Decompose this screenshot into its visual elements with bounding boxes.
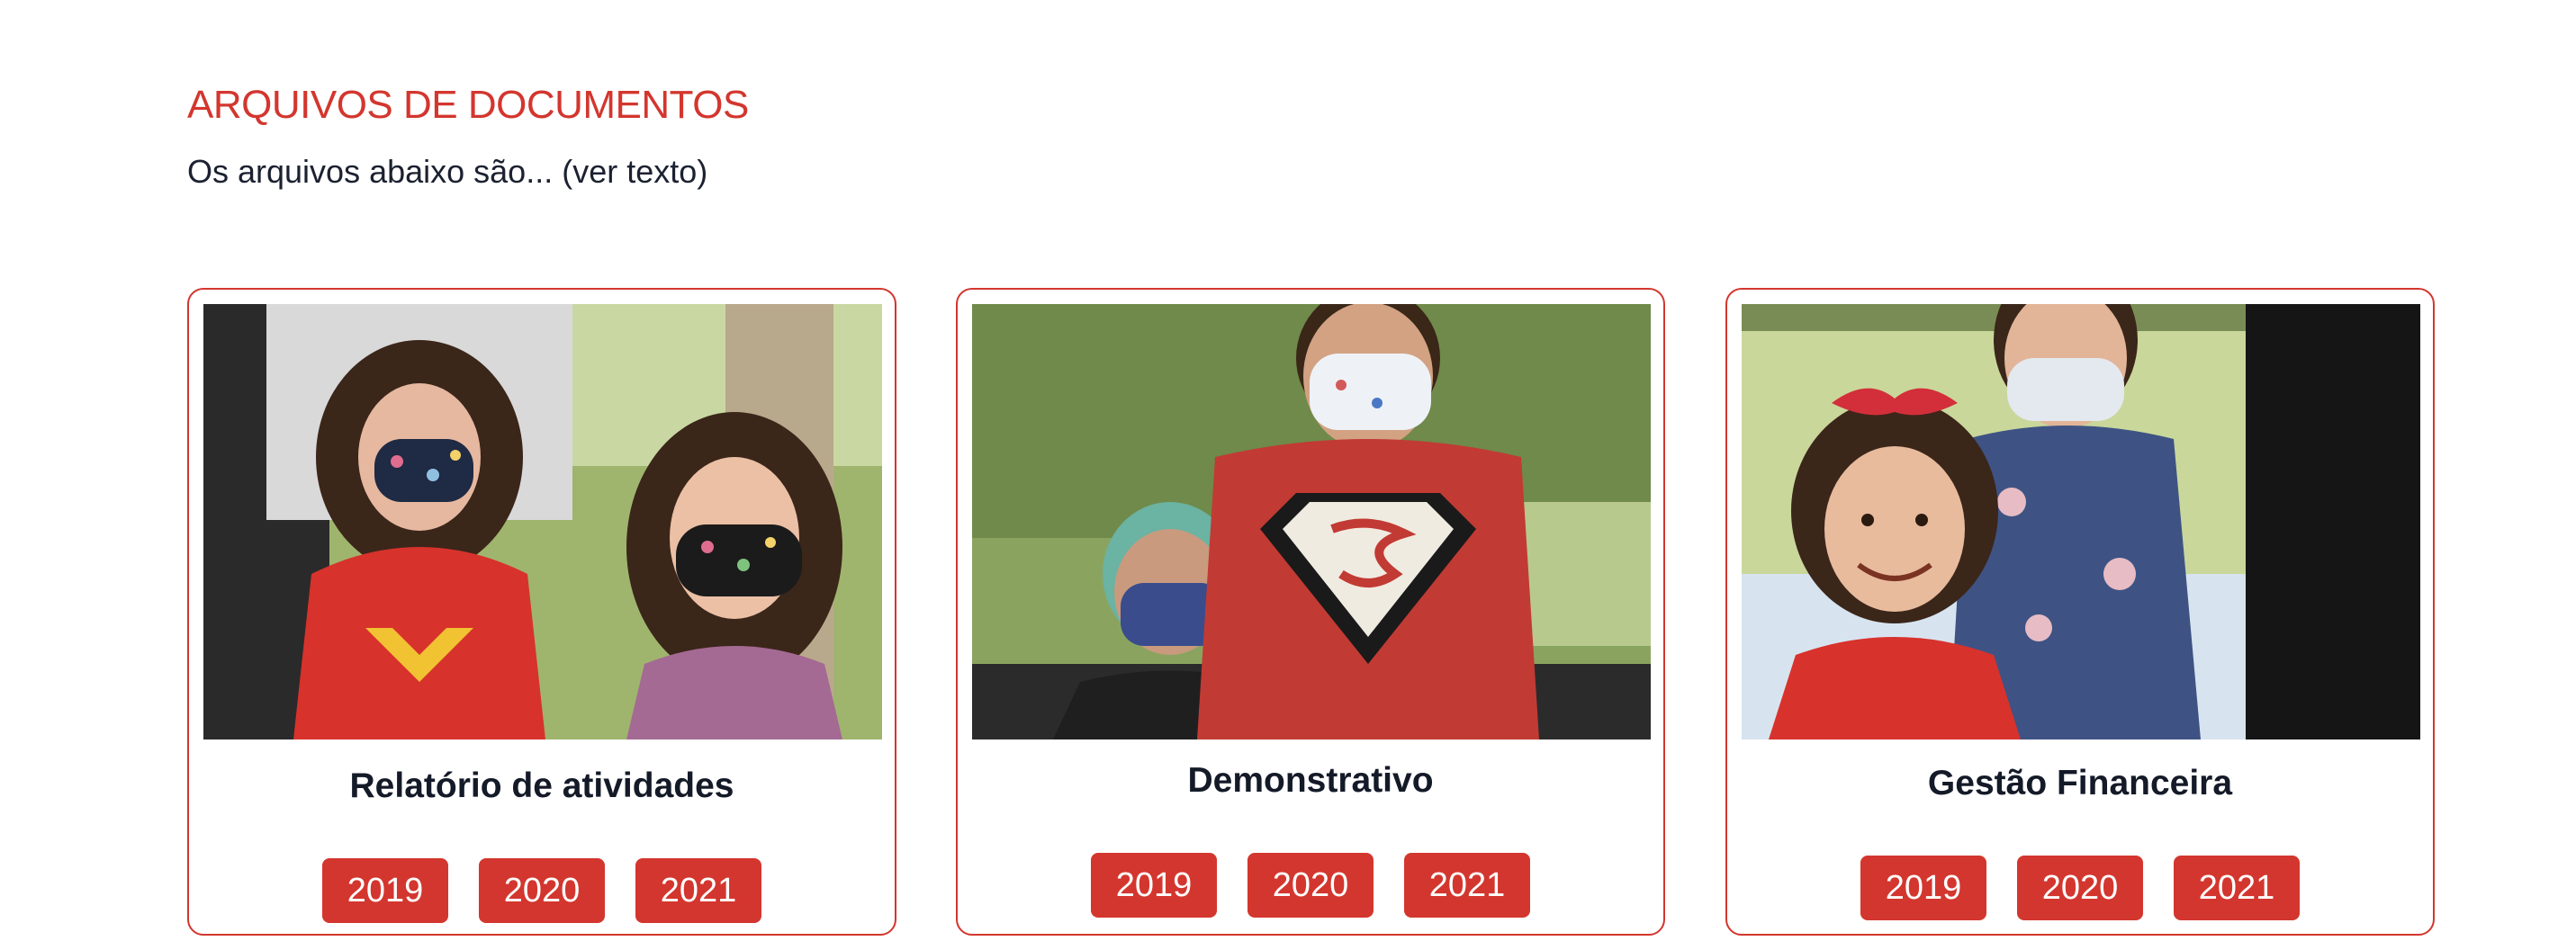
document-card-demonstrativo: Demonstrativo 2019 2020 2021: [956, 288, 1665, 936]
year-button-2019[interactable]: 2019: [322, 858, 448, 923]
year-button-2021[interactable]: 2021: [635, 858, 761, 923]
card-photo: [972, 304, 1651, 739]
year-button-group: 2019 2020 2021: [189, 858, 895, 923]
year-button-2020[interactable]: 2020: [1247, 853, 1374, 918]
card-title: Demonstrativo: [1187, 761, 1434, 800]
card-photo: [1742, 304, 2420, 739]
document-card-relatorio: Relatório de atividades 2019 2020 2021: [187, 288, 896, 936]
year-button-2020[interactable]: 2020: [479, 858, 605, 923]
section-subtitle: Os arquivos abaixo são... (ver texto): [187, 153, 708, 190]
card-title: Relatório de atividades: [349, 766, 734, 805]
year-button-group: 2019 2020 2021: [1727, 856, 2433, 920]
section-title: ARQUIVOS DE DOCUMENTOS: [187, 83, 749, 127]
card-photo: [203, 304, 882, 739]
document-card-gestao-financeira: Gestão Financeira 2019 2020 2021: [1725, 288, 2435, 936]
card-title: Gestão Financeira: [1927, 764, 2233, 802]
year-button-2020[interactable]: 2020: [2017, 856, 2143, 920]
year-button-group: 2019 2020 2021: [958, 853, 1663, 918]
year-button-2019[interactable]: 2019: [1860, 856, 1986, 920]
year-button-2019[interactable]: 2019: [1091, 853, 1217, 918]
year-button-2021[interactable]: 2021: [2174, 856, 2300, 920]
year-button-2021[interactable]: 2021: [1404, 853, 1530, 918]
